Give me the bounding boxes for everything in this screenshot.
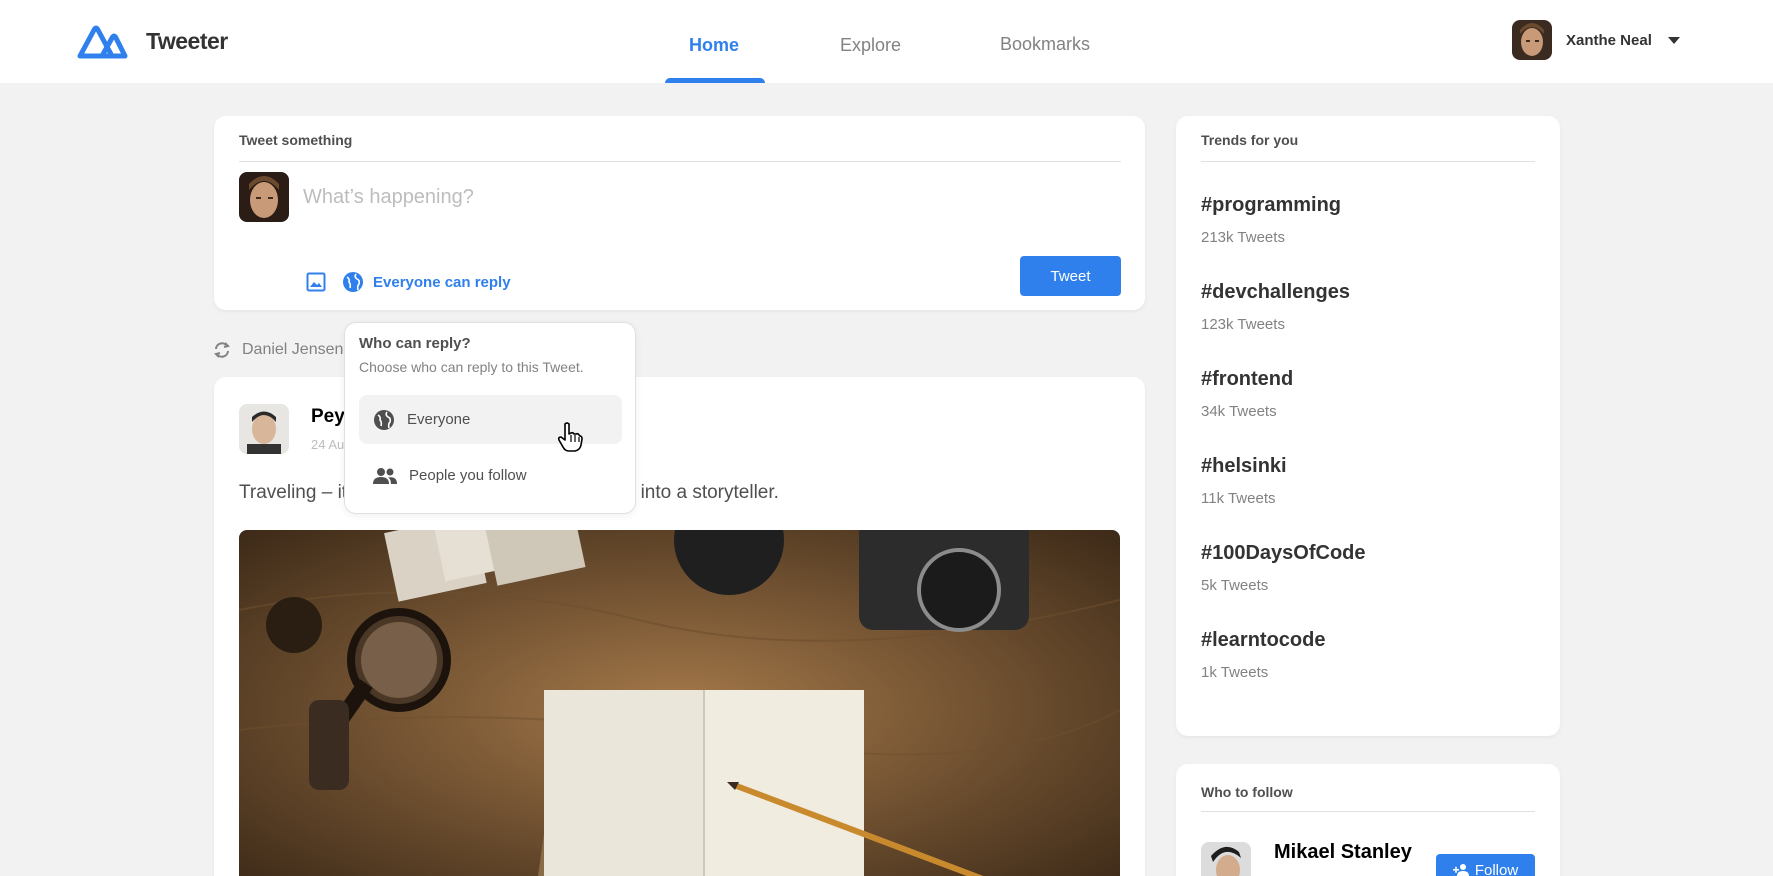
- nav-home[interactable]: Home: [689, 35, 739, 56]
- nav-bookmarks[interactable]: Bookmarks: [1000, 34, 1090, 55]
- avatar[interactable]: [1201, 842, 1251, 876]
- add-user-icon: [1452, 864, 1469, 876]
- trend-tag: #100DaysOfCode: [1201, 542, 1366, 564]
- tweet-date: 24 Au: [311, 437, 345, 452]
- trend-item[interactable]: #programming 213k Tweets: [1201, 194, 1341, 246]
- avatar[interactable]: [239, 404, 289, 454]
- chevron-down-icon: [1667, 36, 1680, 44]
- popup-subtitle: Choose who can reply to this Tweet.: [359, 359, 584, 375]
- trend-count: 213k Tweets: [1201, 229, 1285, 246]
- tweet-input[interactable]: What’s happening?: [303, 186, 474, 209]
- brand-logo[interactable]: Tweeter: [76, 22, 228, 60]
- trend-tag: #frontend: [1201, 368, 1294, 390]
- trend-tag: #programming: [1201, 194, 1342, 216]
- tweet-composer: Tweet something What’s happening? Everyo…: [214, 116, 1145, 310]
- trend-count: 5k Tweets: [1201, 577, 1269, 594]
- trend-item[interactable]: #helsinki 11k Tweets: [1201, 455, 1287, 507]
- tweet-image[interactable]: [239, 530, 1120, 876]
- nav-active-indicator: [665, 78, 765, 83]
- follow-button[interactable]: Follow: [1436, 854, 1535, 876]
- avatar: [1512, 20, 1552, 60]
- trend-count: 1k Tweets: [1201, 664, 1269, 681]
- globe-icon: [374, 409, 394, 430]
- nav-explore[interactable]: Explore: [840, 35, 901, 56]
- globe-icon: [343, 272, 363, 292]
- retweet-icon: [214, 342, 230, 358]
- reply-options-popup: Who can reply? Choose who can reply to t…: [344, 322, 636, 514]
- user-menu[interactable]: Xanthe Neal: [1512, 20, 1680, 60]
- trend-tag: #devchallenges: [1201, 281, 1350, 303]
- divider: [239, 161, 1121, 162]
- trend-count: 123k Tweets: [1201, 316, 1285, 333]
- option-label: People you follow: [409, 467, 527, 484]
- trend-tag: #helsinki: [1201, 455, 1287, 477]
- trend-count: 34k Tweets: [1201, 403, 1277, 420]
- trend-item[interactable]: #learntocode 1k Tweets: [1201, 629, 1325, 681]
- trends-title: Trends for you: [1201, 132, 1299, 148]
- people-icon: [373, 467, 397, 484]
- tweet-author[interactable]: Pey: [311, 406, 345, 428]
- brand-name: Tweeter: [146, 27, 228, 54]
- popup-title: Who can reply?: [359, 335, 471, 352]
- reply-option-people-you-follow[interactable]: People you follow: [359, 451, 622, 500]
- user-name: Xanthe Neal: [1566, 31, 1652, 49]
- option-label: Everyone: [407, 411, 471, 428]
- logo-icon: [77, 25, 128, 59]
- retweet-info: Daniel Jensen: [212, 340, 343, 360]
- follow-button-label: Follow: [1474, 861, 1519, 876]
- reply-setting-button[interactable]: Everyone can reply: [342, 271, 511, 293]
- trend-item[interactable]: #frontend 34k Tweets: [1201, 368, 1293, 420]
- follow-title: Who to follow: [1201, 784, 1293, 800]
- divider: [1201, 161, 1535, 162]
- retweeted-by: Daniel Jensen: [242, 341, 344, 358]
- reply-setting-label: Everyone can reply: [373, 273, 511, 291]
- trend-tag: #learntocode: [1201, 629, 1326, 651]
- hand-cursor-icon: [557, 422, 583, 452]
- who-to-follow-panel: Who to follow Mikael Stanley Follow: [1176, 764, 1560, 876]
- trend-item[interactable]: #100DaysOfCode 5k Tweets: [1201, 542, 1366, 594]
- divider: [1201, 811, 1535, 812]
- top-header: Tweeter Home Explore Bookmarks Xanthe Ne…: [0, 0, 1773, 83]
- tweet-button[interactable]: Tweet: [1020, 256, 1121, 296]
- trend-count: 11k Tweets: [1201, 490, 1276, 507]
- trend-item[interactable]: #devchallenges 123k Tweets: [1201, 281, 1350, 333]
- image-icon[interactable]: [306, 272, 326, 292]
- avatar: [239, 172, 289, 222]
- suggested-user-name[interactable]: Mikael Stanley: [1274, 841, 1412, 864]
- composer-title: Tweet something: [239, 132, 353, 148]
- trends-panel: Trends for you #programming 213k Tweets …: [1176, 116, 1560, 736]
